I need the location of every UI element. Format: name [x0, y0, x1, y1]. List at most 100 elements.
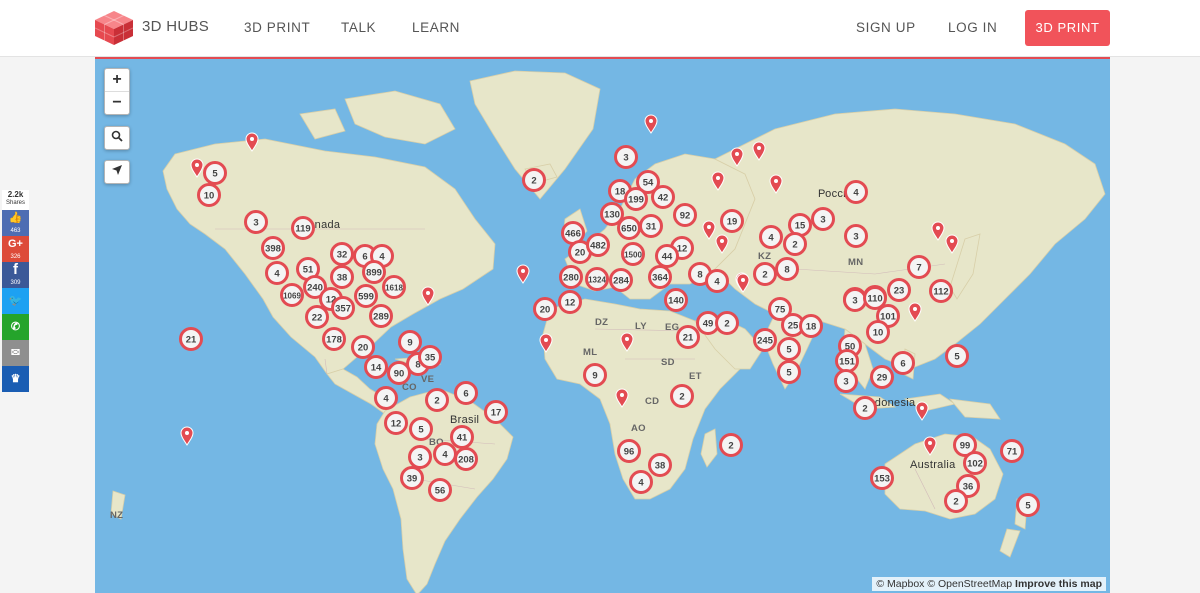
hub-cluster[interactable]: 4: [374, 386, 398, 410]
hub-cluster[interactable]: 20: [351, 335, 375, 359]
hub-cluster[interactable]: 5: [945, 344, 969, 368]
facebook-button[interactable]: f 309: [2, 262, 29, 288]
hub-pin-icon[interactable]: [190, 158, 204, 178]
hub-pin-icon[interactable]: [769, 174, 783, 194]
hub-pin-icon[interactable]: [180, 426, 194, 446]
hub-cluster[interactable]: 280: [559, 265, 583, 289]
hub-cluster[interactable]: 178: [322, 327, 346, 351]
hub-cluster[interactable]: 14: [364, 355, 388, 379]
hub-cluster[interactable]: 21: [676, 325, 700, 349]
hub-cluster[interactable]: 5: [409, 417, 433, 441]
hub-cluster[interactable]: 3: [811, 207, 835, 231]
hub-cluster[interactable]: 41: [450, 425, 474, 449]
hub-cluster[interactable]: 7: [907, 255, 931, 279]
hub-cluster[interactable]: 482: [586, 233, 610, 257]
hub-cluster[interactable]: 6: [891, 351, 915, 375]
hub-pin-icon[interactable]: [620, 332, 634, 352]
hub-cluster[interactable]: 398: [261, 236, 285, 260]
hub-cluster[interactable]: 2: [719, 433, 743, 457]
hub-cluster[interactable]: 1069: [280, 283, 304, 307]
hub-cluster[interactable]: 32: [330, 242, 354, 266]
twitter-button[interactable]: 🐦: [2, 288, 29, 314]
hub-pin-icon[interactable]: [736, 273, 750, 293]
hub-cluster[interactable]: 39: [400, 466, 424, 490]
hub-cluster[interactable]: 2: [853, 396, 877, 420]
hub-cluster[interactable]: 38: [330, 265, 354, 289]
hub-cluster[interactable]: 357: [331, 296, 355, 320]
hub-cluster[interactable]: 1324: [585, 267, 609, 291]
hub-cluster[interactable]: 110: [863, 286, 887, 310]
log-in-link[interactable]: LOG IN: [948, 20, 997, 35]
hub-cluster[interactable]: 3: [843, 288, 867, 312]
hub-cluster[interactable]: 31: [639, 214, 663, 238]
attribution-text[interactable]: © Mapbox © OpenStreetMap: [876, 578, 1012, 590]
hub-cluster[interactable]: 208: [454, 447, 478, 471]
hub-cluster[interactable]: 23: [887, 278, 911, 302]
hub-cluster[interactable]: 29: [870, 365, 894, 389]
locate-button[interactable]: [105, 161, 129, 183]
like-button[interactable]: 👍 463: [2, 210, 29, 236]
hub-cluster[interactable]: 4: [433, 442, 457, 466]
hub-cluster[interactable]: 364: [648, 265, 672, 289]
search-button[interactable]: [105, 127, 129, 149]
hub-cluster[interactable]: 10: [866, 320, 890, 344]
hub-pin-icon[interactable]: [730, 147, 744, 167]
hub-cluster[interactable]: 21: [179, 327, 203, 351]
hub-cluster[interactable]: 102: [963, 451, 987, 475]
hub-cluster[interactable]: 5: [203, 161, 227, 185]
hub-cluster[interactable]: 6: [454, 381, 478, 405]
hub-pin-icon[interactable]: [615, 388, 629, 408]
hub-cluster[interactable]: 2: [753, 262, 777, 286]
hub-pin-icon[interactable]: [715, 234, 729, 254]
hub-cluster[interactable]: 44: [655, 244, 679, 268]
whatsapp-button[interactable]: ✆: [2, 314, 29, 340]
hub-cluster[interactable]: 12: [384, 411, 408, 435]
hub-cluster[interactable]: 3: [614, 145, 638, 169]
hub-cluster[interactable]: 151: [835, 349, 859, 373]
hub-cluster[interactable]: 90: [387, 361, 411, 385]
hub-cluster[interactable]: 245: [753, 328, 777, 352]
improve-map-link[interactable]: Improve this map: [1015, 578, 1102, 590]
hub-cluster[interactable]: 2: [783, 232, 807, 256]
hub-cluster[interactable]: 2: [522, 168, 546, 192]
hub-cluster[interactable]: 140: [664, 288, 688, 312]
hub-cluster[interactable]: 4: [629, 470, 653, 494]
hub-cluster[interactable]: 42: [651, 185, 675, 209]
brand-name[interactable]: 3D HUBS: [142, 18, 209, 35]
hub-pin-icon[interactable]: [931, 221, 945, 241]
sign-up-link[interactable]: SIGN UP: [856, 20, 916, 35]
hub-cluster[interactable]: 2: [944, 489, 968, 513]
hub-pin-icon[interactable]: [752, 141, 766, 161]
hub-cluster[interactable]: 650: [617, 216, 641, 240]
hub-pin-icon[interactable]: [915, 401, 929, 421]
hub-cluster[interactable]: 22: [305, 305, 329, 329]
nav-learn[interactable]: LEARN: [412, 20, 460, 35]
3d-print-button[interactable]: 3D PRINT: [1025, 10, 1110, 46]
3d-hubs-logo-icon[interactable]: [94, 11, 134, 45]
hub-cluster[interactable]: 2: [425, 388, 449, 412]
hub-cluster[interactable]: 5: [1016, 493, 1040, 517]
hub-cluster[interactable]: 17: [484, 400, 508, 424]
hub-cluster[interactable]: 4: [705, 269, 729, 293]
hub-cluster[interactable]: 5: [777, 360, 801, 384]
hub-cluster[interactable]: 599: [354, 284, 378, 308]
email-button[interactable]: ✉: [2, 340, 29, 366]
hub-pin-icon[interactable]: [702, 220, 716, 240]
hub-cluster[interactable]: 199: [624, 187, 648, 211]
hub-cluster[interactable]: 12: [558, 290, 582, 314]
zoom-in-button[interactable]: +: [105, 69, 129, 91]
hub-cluster[interactable]: 1618: [382, 275, 406, 299]
hub-pin-icon[interactable]: [245, 132, 259, 152]
hub-cluster[interactable]: 35: [418, 345, 442, 369]
hub-cluster[interactable]: 9: [398, 330, 422, 354]
hub-pin-icon[interactable]: [908, 302, 922, 322]
hub-cluster[interactable]: 4: [759, 225, 783, 249]
hub-cluster[interactable]: 38: [648, 453, 672, 477]
hub-cluster[interactable]: 3: [844, 224, 868, 248]
google-plus-button[interactable]: G+ 326: [2, 236, 29, 262]
hub-pin-icon[interactable]: [711, 171, 725, 191]
hub-cluster[interactable]: 4: [844, 180, 868, 204]
hub-cluster[interactable]: 19: [720, 209, 744, 233]
hub-pin-icon[interactable]: [644, 114, 658, 134]
hub-cluster[interactable]: 1500: [621, 242, 645, 266]
